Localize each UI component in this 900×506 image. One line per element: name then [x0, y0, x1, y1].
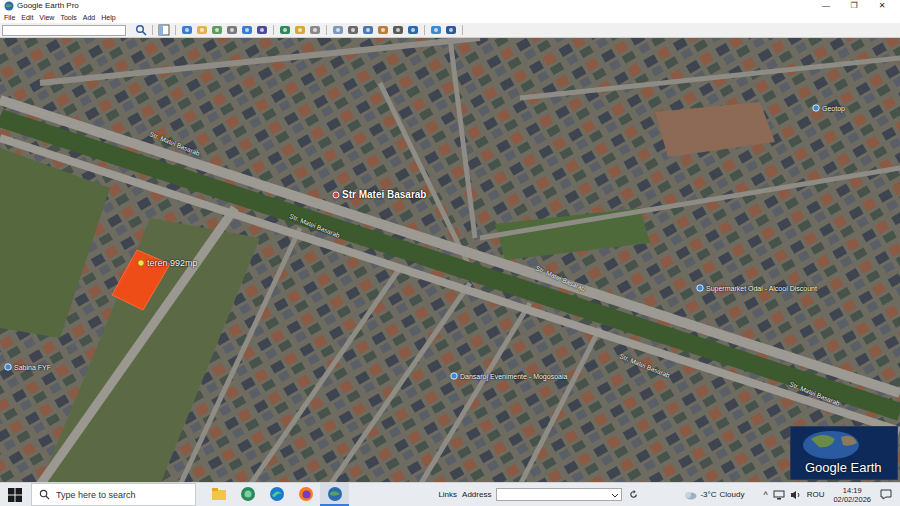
map-label[interactable]: Str Matei Basarab: [332, 189, 426, 200]
toolbar-group: [279, 24, 321, 36]
map-label[interactable]: Supermarket Odai - Alcool Discount: [696, 284, 817, 292]
window-title: Google Earth Pro: [17, 0, 79, 12]
tool-icon[interactable]: [430, 24, 442, 36]
notifications-icon[interactable]: [880, 489, 892, 500]
placemark-pin-icon[interactable]: [137, 259, 145, 267]
taskbar-app[interactable]: [320, 483, 349, 506]
tool-icon[interactable]: [407, 24, 419, 36]
map-label[interactable]: Geotop: [812, 104, 845, 112]
tool-icon[interactable]: [362, 24, 374, 36]
taskbar-search[interactable]: Type here to search: [31, 483, 196, 506]
map-label[interactable]: teren 992mp: [137, 258, 198, 268]
map-label[interactable]: Sabina FYF: [4, 363, 51, 371]
toolbar: [0, 23, 900, 38]
toolbar-separator: [152, 25, 153, 35]
taskbar-app[interactable]: [233, 483, 262, 506]
google-earth-overview[interactable]: Google Earth: [790, 426, 898, 480]
toolbar-group: [430, 24, 457, 36]
poi-marker-icon[interactable]: [4, 363, 12, 371]
place-marker-icon[interactable]: [332, 191, 340, 199]
google-earth-logo: Google Earth: [805, 460, 882, 475]
tool-icon[interactable]: [196, 24, 208, 36]
sidebar-toggle-icon[interactable]: [158, 24, 170, 36]
tool-icon[interactable]: [211, 24, 223, 36]
refresh-icon[interactable]: [629, 490, 638, 499]
address-label: Address: [462, 490, 491, 499]
tool-icon[interactable]: [445, 24, 457, 36]
tool-icon[interactable]: [332, 24, 344, 36]
windows-start-icon[interactable]: [8, 488, 22, 502]
cloud-icon: [683, 490, 697, 500]
taskbar-apps: [204, 483, 349, 506]
satellite-imagery: [0, 38, 900, 482]
poi-marker-icon[interactable]: [812, 104, 820, 112]
toolbar-separator: [273, 25, 274, 35]
search-icon: [39, 489, 50, 500]
menu-bar: File Edit View Tools Add Help: [0, 12, 900, 23]
poi-marker-icon[interactable]: [696, 284, 704, 292]
window-controls: —❐✕: [812, 0, 896, 12]
taskbar-app[interactable]: [204, 483, 233, 506]
menu-item[interactable]: File: [4, 12, 15, 23]
tool-icon[interactable]: [226, 24, 238, 36]
toolbar-separator: [424, 25, 425, 35]
map-view[interactable]: Str Matei Basarab teren 992mp Supermarket …: [0, 38, 900, 482]
map-label[interactable]: Dansaroj Evenimente - Mogosoaia: [450, 372, 567, 380]
firefox-icon: [298, 486, 314, 502]
tool-icon[interactable]: [347, 24, 359, 36]
menu-item[interactable]: Edit: [21, 12, 33, 23]
window-control-button[interactable]: ✕: [868, 0, 896, 12]
menu-item[interactable]: Tools: [60, 12, 76, 23]
taskbar-app[interactable]: [262, 483, 291, 506]
tool-icon[interactable]: [294, 24, 306, 36]
google-earth-icon: [327, 486, 343, 502]
poi-marker-icon[interactable]: [450, 372, 458, 380]
file-explorer-icon: [211, 487, 227, 501]
language-indicator[interactable]: ROU: [807, 490, 825, 499]
tray-overflow-button[interactable]: ^: [763, 490, 767, 500]
clock[interactable]: 14:1902/02/2026: [833, 486, 871, 504]
tool-icon[interactable]: [309, 24, 321, 36]
edge-icon: [269, 486, 285, 502]
toolbar-separator: [326, 25, 327, 35]
screen: Google Earth Pro —❐✕ File Edit View Tools Add H…: [0, 0, 900, 506]
toolbar-group: [181, 24, 268, 36]
menu-item[interactable]: Add: [83, 12, 95, 23]
address-field[interactable]: [496, 488, 622, 501]
dropdown-arrow-icon[interactable]: [611, 491, 619, 499]
tool-icon[interactable]: [392, 24, 404, 36]
tool-icon[interactable]: [181, 24, 193, 36]
menu-item[interactable]: View: [39, 12, 54, 23]
tool-icon[interactable]: [256, 24, 268, 36]
toolbar-separator: [175, 25, 176, 35]
search-field[interactable]: [2, 25, 126, 36]
network-icon[interactable]: [773, 490, 785, 500]
weather-widget[interactable]: -3°CCloudy: [683, 490, 744, 500]
taskbar-app[interactable]: [291, 483, 320, 506]
search-icon[interactable]: [135, 24, 147, 36]
edge-dev-icon: [240, 486, 256, 502]
taskbar: Type here to search Links Address -3°CCloud…: [0, 482, 900, 506]
title-bar: Google Earth Pro —❐✕: [0, 0, 900, 12]
window-control-button[interactable]: ❐: [840, 0, 868, 12]
menu-item[interactable]: Help: [101, 12, 115, 23]
google-earth-icon: [4, 1, 14, 11]
links-toolbar[interactable]: Links: [438, 490, 457, 499]
tool-icon[interactable]: [279, 24, 291, 36]
tool-icon[interactable]: [241, 24, 253, 36]
speaker-icon[interactable]: [790, 490, 802, 500]
tool-icon[interactable]: [377, 24, 389, 36]
toolbar-group: [332, 24, 419, 36]
window-control-button[interactable]: —: [812, 0, 840, 12]
toolbar-separator: [462, 25, 463, 35]
